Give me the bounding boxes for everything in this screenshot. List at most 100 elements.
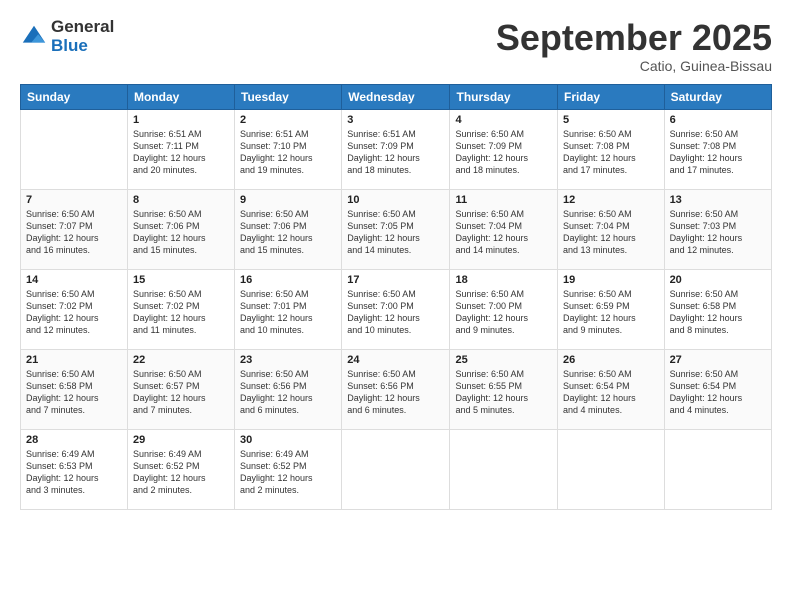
day-info: Sunrise: 6:50 AM Sunset: 7:01 PM Dayligh… [240, 288, 336, 337]
day-number: 12 [563, 194, 659, 206]
day-info: Sunrise: 6:50 AM Sunset: 7:09 PM Dayligh… [455, 128, 552, 177]
calendar-cell: 13 Sunrise: 6:50 AM Sunset: 7:03 PM Dayli… [664, 189, 771, 269]
calendar-cell: 3 Sunrise: 6:51 AM Sunset: 7:09 PM Daylig… [342, 109, 450, 189]
calendar-cell: 8 Sunrise: 6:50 AM Sunset: 7:06 PM Daylig… [127, 189, 234, 269]
calendar-cell: 21 Sunrise: 6:50 AM Sunset: 6:58 PM Dayli… [21, 349, 128, 429]
day-number: 9 [240, 194, 336, 206]
calendar-cell [558, 429, 665, 509]
day-number: 6 [670, 114, 766, 126]
col-header-saturday: Saturday [664, 84, 771, 109]
logo-icon [20, 23, 48, 51]
calendar-cell: 7 Sunrise: 6:50 AM Sunset: 7:07 PM Daylig… [21, 189, 128, 269]
day-number: 24 [347, 354, 444, 366]
col-header-thursday: Thursday [450, 84, 558, 109]
day-info: Sunrise: 6:50 AM Sunset: 7:04 PM Dayligh… [455, 208, 552, 257]
calendar-cell: 5Sunrise: 6:50 AM Sunset: 7:08 PM Daylig… [558, 109, 665, 189]
day-info: Sunrise: 6:50 AM Sunset: 6:54 PM Dayligh… [563, 368, 659, 417]
week-row-2: 7 Sunrise: 6:50 AM Sunset: 7:07 PM Daylig… [21, 189, 772, 269]
day-number: 28 [26, 434, 122, 446]
calendar-cell: 14 Sunrise: 6:50 AM Sunset: 7:02 PM Dayli… [21, 269, 128, 349]
day-number: 2 [240, 114, 336, 126]
calendar-cell: 4 Sunrise: 6:50 AM Sunset: 7:09 PM Daylig… [450, 109, 558, 189]
calendar-cell [21, 109, 128, 189]
day-number: 10 [347, 194, 444, 206]
day-info: Sunrise: 6:50 AM Sunset: 7:02 PM Dayligh… [133, 288, 229, 337]
day-number: 3 [347, 114, 444, 126]
day-info: Sunrise: 6:51 AM Sunset: 7:09 PM Dayligh… [347, 128, 444, 177]
calendar-cell: 10Sunrise: 6:50 AM Sunset: 7:05 PM Dayli… [342, 189, 450, 269]
header: General Blue September 2025 Catio, Guine… [20, 18, 772, 74]
logo: General Blue [20, 18, 114, 55]
day-number: 7 [26, 194, 122, 206]
calendar-cell: 15 Sunrise: 6:50 AM Sunset: 7:02 PM Dayli… [127, 269, 234, 349]
calendar-cell: 11 Sunrise: 6:50 AM Sunset: 7:04 PM Dayli… [450, 189, 558, 269]
logo-text: General Blue [51, 18, 114, 55]
day-number: 29 [133, 434, 229, 446]
col-header-friday: Friday [558, 84, 665, 109]
day-info: Sunrise: 6:50 AM Sunset: 7:07 PM Dayligh… [26, 208, 122, 257]
day-info: Sunrise: 6:50 AM Sunset: 6:56 PM Dayligh… [347, 368, 444, 417]
day-number: 14 [26, 274, 122, 286]
day-number: 21 [26, 354, 122, 366]
day-info: Sunrise: 6:50 AM Sunset: 7:08 PM Dayligh… [670, 128, 766, 177]
day-info: Sunrise: 6:50 AM Sunset: 6:56 PM Dayligh… [240, 368, 336, 417]
day-info: Sunrise: 6:49 AM Sunset: 6:52 PM Dayligh… [133, 448, 229, 497]
day-number: 4 [455, 114, 552, 126]
day-info: Sunrise: 6:49 AM Sunset: 6:53 PM Dayligh… [26, 448, 122, 497]
day-number: 23 [240, 354, 336, 366]
logo-general: General [51, 18, 114, 37]
subtitle: Catio, Guinea-Bissau [496, 58, 772, 74]
day-info: Sunrise: 6:49 AM Sunset: 6:52 PM Dayligh… [240, 448, 336, 497]
calendar-cell: 12 Sunrise: 6:50 AM Sunset: 7:04 PM Dayli… [558, 189, 665, 269]
month-title: September 2025 [496, 18, 772, 58]
day-number: 18 [455, 274, 552, 286]
day-number: 27 [670, 354, 766, 366]
day-number: 22 [133, 354, 229, 366]
calendar-cell: 18 Sunrise: 6:50 AM Sunset: 7:00 PM Dayli… [450, 269, 558, 349]
day-number: 26 [563, 354, 659, 366]
calendar-cell: 30 Sunrise: 6:49 AM Sunset: 6:52 PM Dayli… [235, 429, 342, 509]
day-info: Sunrise: 6:50 AM Sunset: 6:57 PM Dayligh… [133, 368, 229, 417]
day-number: 1 [133, 114, 229, 126]
calendar-header-row: SundayMondayTuesdayWednesdayThursdayFrid… [21, 84, 772, 109]
calendar-cell [342, 429, 450, 509]
day-number: 13 [670, 194, 766, 206]
day-info: Sunrise: 6:50 AM Sunset: 7:06 PM Dayligh… [133, 208, 229, 257]
calendar-cell: 1Sunrise: 6:51 AM Sunset: 7:11 PM Daylig… [127, 109, 234, 189]
day-number: 20 [670, 274, 766, 286]
week-row-3: 14 Sunrise: 6:50 AM Sunset: 7:02 PM Dayli… [21, 269, 772, 349]
day-info: Sunrise: 6:50 AM Sunset: 6:59 PM Dayligh… [563, 288, 659, 337]
day-info: Sunrise: 6:50 AM Sunset: 6:58 PM Dayligh… [670, 288, 766, 337]
calendar-cell: 24 Sunrise: 6:50 AM Sunset: 6:56 PM Dayli… [342, 349, 450, 429]
calendar-cell [450, 429, 558, 509]
day-info: Sunrise: 6:50 AM Sunset: 6:58 PM Dayligh… [26, 368, 122, 417]
day-info: Sunrise: 6:50 AM Sunset: 7:06 PM Dayligh… [240, 208, 336, 257]
day-number: 8 [133, 194, 229, 206]
day-info: Sunrise: 6:50 AM Sunset: 7:00 PM Dayligh… [347, 288, 444, 337]
calendar-cell: 9 Sunrise: 6:50 AM Sunset: 7:06 PM Daylig… [235, 189, 342, 269]
calendar-cell: 27Sunrise: 6:50 AM Sunset: 6:54 PM Dayli… [664, 349, 771, 429]
day-info: Sunrise: 6:50 AM Sunset: 7:02 PM Dayligh… [26, 288, 122, 337]
calendar-cell: 28 Sunrise: 6:49 AM Sunset: 6:53 PM Dayli… [21, 429, 128, 509]
calendar-cell: 16 Sunrise: 6:50 AM Sunset: 7:01 PM Dayli… [235, 269, 342, 349]
day-number: 30 [240, 434, 336, 446]
title-block: September 2025 Catio, Guinea-Bissau [496, 18, 772, 74]
calendar-cell: 25 Sunrise: 6:50 AM Sunset: 6:55 PM Dayli… [450, 349, 558, 429]
calendar-cell: 17 Sunrise: 6:50 AM Sunset: 7:00 PM Dayli… [342, 269, 450, 349]
calendar-cell: 19 Sunrise: 6:50 AM Sunset: 6:59 PM Dayli… [558, 269, 665, 349]
day-info: Sunrise: 6:50 AM Sunset: 7:04 PM Dayligh… [563, 208, 659, 257]
day-info: Sunrise: 6:51 AM Sunset: 7:10 PM Dayligh… [240, 128, 336, 177]
day-number: 11 [455, 194, 552, 206]
calendar-cell: 26 Sunrise: 6:50 AM Sunset: 6:54 PM Dayli… [558, 349, 665, 429]
day-number: 15 [133, 274, 229, 286]
day-number: 19 [563, 274, 659, 286]
day-number: 16 [240, 274, 336, 286]
day-info: Sunrise: 6:50 AM Sunset: 7:00 PM Dayligh… [455, 288, 552, 337]
calendar-cell [664, 429, 771, 509]
day-number: 25 [455, 354, 552, 366]
day-number: 17 [347, 274, 444, 286]
col-header-sunday: Sunday [21, 84, 128, 109]
day-info: Sunrise: 6:50 AM Sunset: 7:03 PM Dayligh… [670, 208, 766, 257]
day-info: Sunrise: 6:50 AM Sunset: 6:55 PM Dayligh… [455, 368, 552, 417]
day-number: 5 [563, 114, 659, 126]
